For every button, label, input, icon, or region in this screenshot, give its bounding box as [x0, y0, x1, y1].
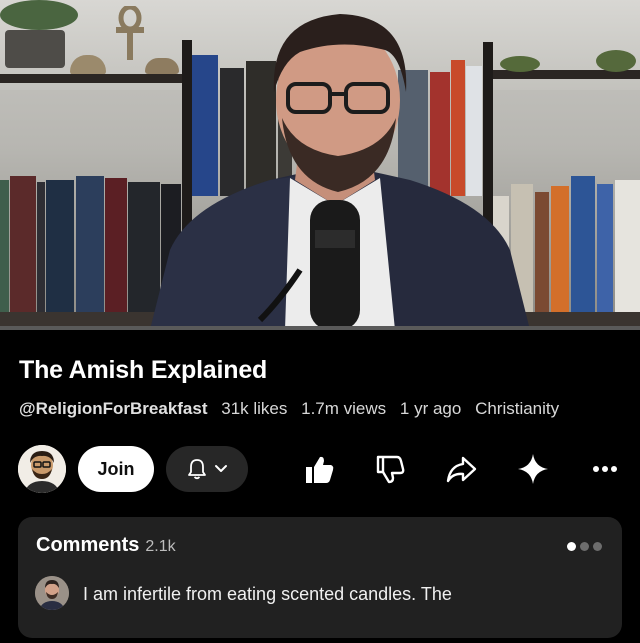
commenter-avatar — [35, 576, 69, 610]
more-icon[interactable] — [588, 452, 622, 486]
plant — [596, 50, 636, 72]
presenter — [150, 14, 530, 330]
like-icon[interactable] — [302, 452, 336, 486]
bell-icon — [188, 459, 206, 480]
category-link[interactable]: Christianity — [475, 399, 559, 418]
video-player[interactable] — [0, 0, 640, 330]
video-meta: @ReligionForBreakfast 31k likes 1.7m vie… — [19, 399, 568, 419]
views-count: 1.7m views — [301, 399, 387, 418]
dislike-icon[interactable] — [372, 452, 406, 486]
upload-age: 1 yr ago — [399, 399, 462, 418]
comments-title: Comments — [36, 534, 140, 556]
pager-dot — [593, 542, 602, 551]
top-comment-text: I am infertile from eating scented candl… — [83, 584, 452, 604]
comments-count: 2.1k — [145, 538, 176, 555]
comments-panel[interactable]: Comments 2.1k I am infertile from eating … — [18, 517, 622, 638]
comments-header: Comments 2.1k — [36, 534, 176, 557]
chevron-down-icon — [215, 465, 227, 472]
bonsai-plant — [0, 0, 78, 30]
pager-dot — [567, 542, 576, 551]
join-button[interactable]: Join — [78, 446, 154, 492]
comments-pager — [563, 538, 602, 556]
pager-dot — [580, 542, 589, 551]
video-title: The Amish Explained — [19, 356, 268, 384]
notification-button[interactable] — [166, 446, 248, 492]
avatar-illustration-icon — [18, 445, 66, 493]
channel-avatar[interactable] — [18, 445, 66, 493]
bonsai-pot — [5, 30, 65, 68]
commenter-avatar-image — [35, 576, 69, 610]
progress-bar[interactable] — [0, 326, 640, 330]
channel-handle[interactable]: @ReligionForBreakfast — [19, 399, 208, 418]
sparkle-icon[interactable] — [516, 452, 550, 486]
likes-count: 31k likes — [221, 399, 288, 418]
ankh-ornament — [116, 6, 144, 60]
share-icon[interactable] — [444, 452, 478, 486]
